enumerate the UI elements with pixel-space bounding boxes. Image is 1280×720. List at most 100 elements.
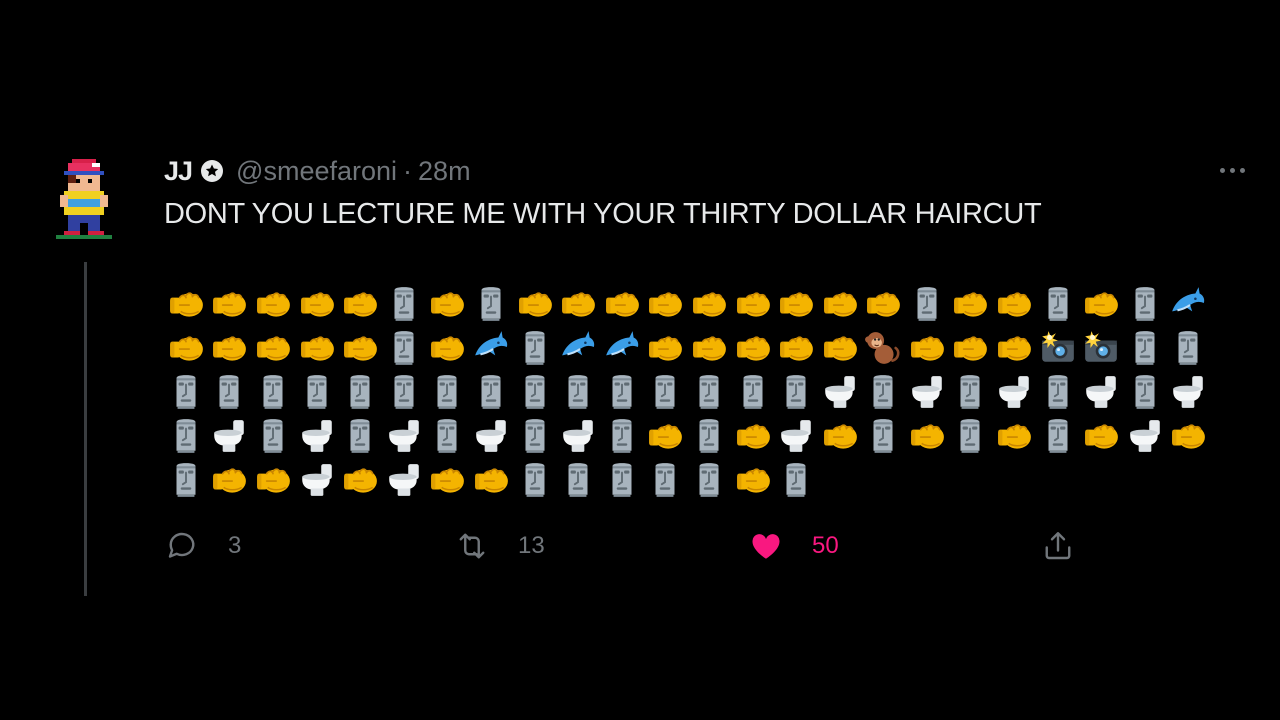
fist-icon [687,282,731,326]
dolphin-icon [556,326,600,370]
reply-icon [168,532,195,558]
fist-icon [818,414,862,458]
toilet-icon [1123,414,1167,458]
share-button[interactable] [1040,526,1076,566]
moai-icon [600,370,644,414]
moai-icon [164,414,208,458]
display-name[interactable]: JJ [164,156,193,187]
moai-icon [251,370,295,414]
moai-icon [382,282,426,326]
avatar[interactable] [56,158,112,240]
moai-icon [513,458,557,502]
moai-icon [513,326,557,370]
fist-icon [295,326,339,370]
moai-icon [295,370,339,414]
fist-icon [426,458,470,502]
fist-icon [992,326,1036,370]
fist-icon [949,326,993,370]
moai-icon [1123,326,1167,370]
moai-icon [1167,326,1211,370]
heart-icon [752,534,780,559]
moai-icon [687,414,731,458]
moai-icon [382,326,426,370]
fist-icon [426,282,470,326]
moai-icon [426,370,470,414]
moai-icon [513,370,557,414]
moai-icon [687,370,731,414]
fist-icon [251,458,295,502]
fist-icon [338,458,382,502]
like-count: 50 [812,532,839,559]
emoji-grid [164,282,1224,502]
moai-icon [469,282,513,326]
moai-icon [1123,370,1167,414]
fist-icon [818,282,862,326]
emoji-row [164,282,1224,326]
fist-icon [949,282,993,326]
moai-icon [949,414,993,458]
fist-icon [208,282,252,326]
more-icon[interactable] [1212,158,1252,182]
toilet-icon [905,370,949,414]
fist-icon [338,326,382,370]
fist-icon [731,282,775,326]
tweet-header: JJ @smeefaroni · 28m [164,153,471,189]
fist-icon [731,326,775,370]
moai-icon [338,414,382,458]
separator-dot: · [403,155,413,186]
dolphin-icon [469,326,513,370]
fist-icon [905,326,949,370]
moai-icon [644,458,688,502]
fist-icon [208,326,252,370]
camera-flash-icon [1036,326,1080,370]
fist-icon [338,282,382,326]
fist-icon [774,282,818,326]
fist-icon [992,414,1036,458]
moai-icon [600,458,644,502]
fist-icon [644,414,688,458]
dolphin-icon [600,326,644,370]
tweet-text: DONT YOU LECTURE ME WITH YOUR THIRTY DOL… [164,198,1042,230]
fist-icon [818,326,862,370]
toilet-icon [382,458,426,502]
moai-icon [774,458,818,502]
retweet-button[interactable]: 13 [454,526,545,566]
reply-button[interactable]: 3 [164,526,241,566]
fist-icon [731,458,775,502]
monkey-icon [862,326,906,370]
moai-icon [556,370,600,414]
fist-icon [774,326,818,370]
fist-icon [556,282,600,326]
fist-icon [862,282,906,326]
fist-icon [644,282,688,326]
emoji-row [164,370,1224,414]
moai-icon [600,414,644,458]
thread-line [84,262,87,596]
moai-icon [1123,282,1167,326]
tweet-timestamp[interactable]: 28m [418,156,471,187]
moai-icon [164,458,208,502]
moai-icon [164,370,208,414]
fist-icon [469,458,513,502]
like-button[interactable]: 50 [748,526,839,566]
avatar-image [56,159,112,239]
star-badge-icon [200,159,224,183]
retweet-icon [459,533,485,559]
fist-icon [1079,414,1123,458]
fist-icon [687,326,731,370]
moai-icon [469,370,513,414]
user-handle[interactable]: @smeefaroni [236,156,397,187]
fist-icon [644,326,688,370]
moai-icon [208,370,252,414]
fist-icon [905,414,949,458]
tweet-view: JJ @smeefaroni · 28m DONT YOU LECTURE ME… [0,0,1280,720]
moai-icon [862,370,906,414]
fist-icon [1167,414,1211,458]
moai-icon [556,458,600,502]
toilet-icon [1167,370,1211,414]
fist-icon [208,458,252,502]
camera-flash-icon [1079,326,1123,370]
dolphin-icon [1167,282,1211,326]
moai-icon [687,458,731,502]
toilet-icon [382,414,426,458]
